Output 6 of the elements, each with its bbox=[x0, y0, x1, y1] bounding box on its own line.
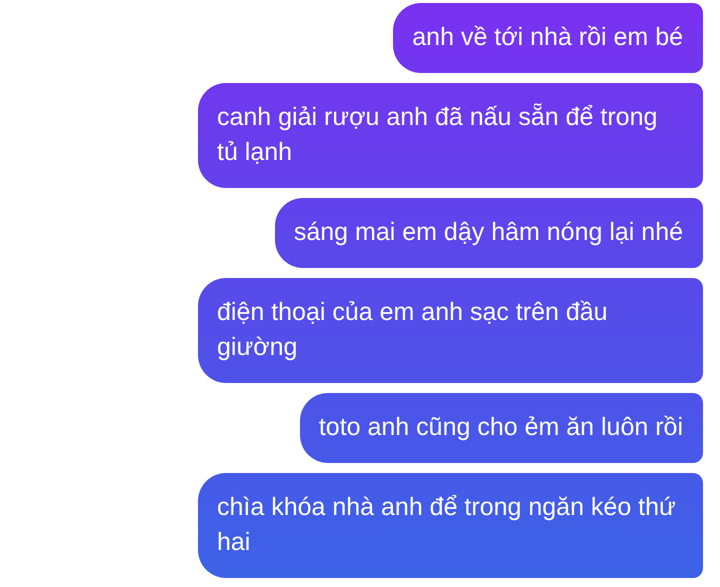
message-bubble: điện thoại của em anh sạc trên đầu giường bbox=[198, 278, 703, 383]
message-bubble: toto anh cũng cho ẻm ăn luôn rồi bbox=[300, 393, 703, 463]
message-bubble: chìa khóa nhà anh để trong ngăn kéo thứ hai bbox=[198, 473, 703, 578]
message-bubble: sáng mai em dậy hâm nóng lại nhé bbox=[274, 198, 703, 268]
message-bubble: canh giải rượu anh đã nấu sẵn để trong tủ lạnh bbox=[198, 83, 703, 188]
message-bubble: anh về tới nhà rồi em bé bbox=[393, 3, 703, 73]
